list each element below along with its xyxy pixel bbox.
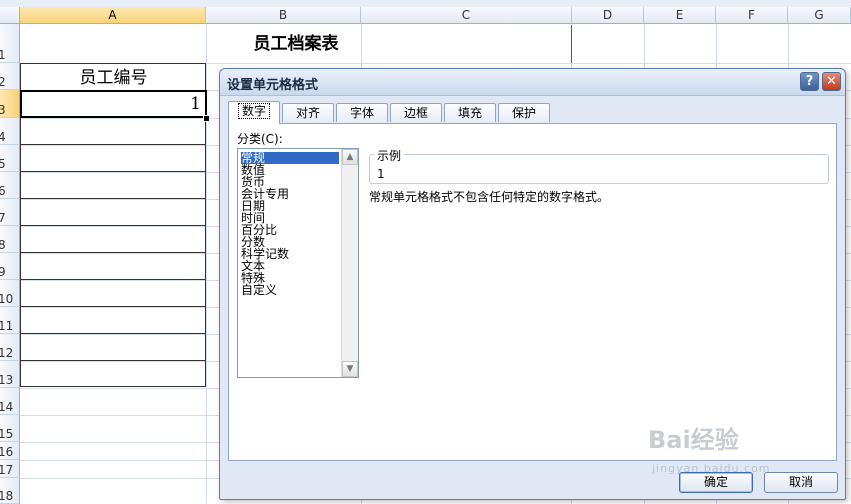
column-header-f[interactable]: F bbox=[716, 7, 788, 24]
row-header-13[interactable]: 13 bbox=[0, 361, 20, 388]
row-header-1[interactable]: 1 bbox=[0, 24, 20, 63]
help-button[interactable]: ? bbox=[800, 72, 819, 91]
active-cell-a3[interactable]: 1 bbox=[20, 90, 207, 118]
fill-handle[interactable] bbox=[203, 115, 210, 122]
tab-font[interactable]: 字体 bbox=[336, 103, 388, 122]
employee-id-header-cell[interactable]: 员工编号 bbox=[21, 64, 206, 90]
dialog-title-bar[interactable]: 设置单元格格式 ? ✕ bbox=[220, 69, 845, 96]
category-item-custom[interactable]: 自定义 bbox=[241, 284, 277, 296]
column-header-c[interactable]: C bbox=[361, 7, 572, 24]
tab-fill[interactable]: 填充 bbox=[444, 103, 496, 122]
help-icon: ? bbox=[805, 74, 814, 89]
cell-border bbox=[20, 306, 206, 307]
row-header-15[interactable]: 15 bbox=[0, 415, 20, 442]
row-header-10[interactable]: 10 bbox=[0, 280, 20, 307]
scroll-up-icon[interactable]: ▲ bbox=[342, 149, 358, 165]
sample-label: 示例 bbox=[374, 147, 405, 164]
column-header-g[interactable]: G bbox=[788, 7, 851, 24]
column-header-e[interactable]: E bbox=[644, 7, 716, 24]
number-tab-panel: 分类(C): 常规 数值 货币 会计专用 日期 时间 百分比 分数 科学记数 文… bbox=[228, 123, 837, 461]
select-all-corner[interactable] bbox=[0, 7, 20, 24]
row-header-5[interactable]: 5 bbox=[0, 145, 20, 172]
row-header-2[interactable]: 2 bbox=[0, 63, 20, 90]
cell-border bbox=[20, 333, 206, 334]
row-header-16[interactable]: 16 bbox=[0, 442, 20, 460]
row-header-4[interactable]: 4 bbox=[0, 118, 20, 145]
tab-number[interactable]: 数字 bbox=[228, 101, 280, 124]
sheet-title-cell[interactable]: 员工档案表 bbox=[21, 25, 572, 63]
cell-border bbox=[20, 198, 206, 199]
sample-value: 1 bbox=[377, 167, 385, 181]
row-header-6[interactable]: 6 bbox=[0, 172, 20, 199]
tab-alignment[interactable]: 对齐 bbox=[282, 103, 334, 122]
row-header-14[interactable]: 14 bbox=[0, 388, 20, 415]
watermark-brand: Bai经验 bbox=[648, 426, 739, 454]
close-button[interactable]: ✕ bbox=[822, 72, 841, 91]
row-header-3[interactable]: 3 bbox=[0, 90, 20, 118]
cell-border bbox=[20, 279, 206, 280]
row-header-9[interactable]: 9 bbox=[0, 253, 20, 280]
sample-box bbox=[369, 154, 829, 184]
tab-border[interactable]: 边框 bbox=[390, 103, 442, 122]
category-scrollbar[interactable]: ▲ ▼ bbox=[341, 149, 358, 377]
baidu-watermark: Bai经验 jingyan.baidu.com bbox=[648, 420, 808, 480]
cell-border bbox=[20, 360, 206, 361]
row-header-7[interactable]: 7 bbox=[0, 199, 20, 226]
dialog-title: 设置单元格格式 bbox=[227, 78, 319, 93]
column-header-b[interactable]: B bbox=[206, 7, 361, 24]
cell-border bbox=[20, 225, 206, 226]
row-header-18[interactable]: 18 bbox=[0, 478, 20, 504]
row-header-12[interactable]: 12 bbox=[0, 334, 20, 361]
cell-border bbox=[20, 171, 206, 172]
row-header-11[interactable]: 11 bbox=[0, 307, 20, 334]
cell-border bbox=[20, 144, 206, 145]
tab-protection[interactable]: 保护 bbox=[498, 103, 550, 122]
watermark-url: jingyan.baidu.com bbox=[652, 462, 771, 475]
row-header-8[interactable]: 8 bbox=[0, 226, 20, 253]
active-cell-value: 1 bbox=[190, 94, 201, 114]
category-label: 分类(C): bbox=[237, 132, 283, 146]
category-listbox[interactable]: 常规 数值 货币 会计专用 日期 时间 百分比 分数 科学记数 文本 特殊 自定… bbox=[237, 148, 359, 378]
cell-border bbox=[20, 252, 206, 253]
scroll-down-icon[interactable]: ▼ bbox=[342, 361, 358, 377]
close-icon: ✕ bbox=[826, 74, 837, 89]
column-header-a[interactable]: A bbox=[20, 7, 206, 24]
row-header-17[interactable]: 17 bbox=[0, 460, 20, 478]
column-header-d[interactable]: D bbox=[572, 7, 644, 24]
format-description: 常规单元格格式不包含任何特定的数字格式。 bbox=[369, 190, 610, 204]
